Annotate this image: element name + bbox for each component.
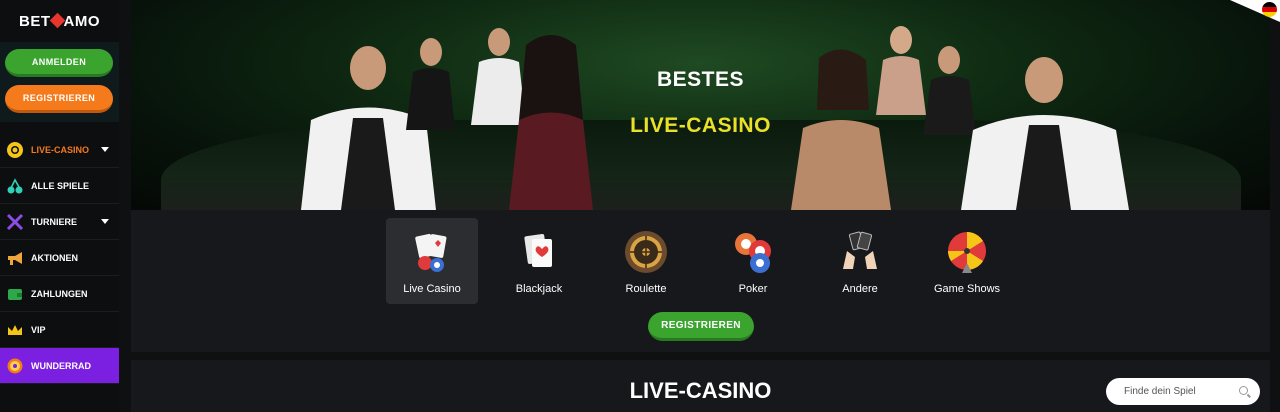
sidebar-item-live-casino[interactable]: LIVE-CASINO [0, 132, 119, 168]
dealers-illustration [301, 26, 1129, 210]
category-label: Game Shows [933, 283, 1001, 295]
sidebar-item-label: ZAHLUNGEN [31, 288, 88, 299]
category-live-casino[interactable]: Live Casino [386, 218, 478, 304]
search-icon[interactable] [1239, 386, 1248, 395]
roulette-wheel-icon [623, 229, 669, 275]
playing-cards-icon [516, 229, 562, 275]
sidebar-item-all-games[interactable]: ALLE SPIELE [0, 168, 119, 204]
sidebar-item-tournaments[interactable]: TURNIERE [0, 204, 119, 240]
megaphone-icon [5, 248, 25, 268]
category-roulette[interactable]: Roulette [600, 218, 692, 304]
poker-chips-icon [730, 229, 776, 275]
category-label: Poker [738, 283, 768, 295]
chevron-down-icon[interactable] [101, 147, 109, 152]
poker-chip-icon [5, 140, 25, 160]
logo-text-left: BET [19, 12, 51, 30]
crossed-swords-icon [5, 212, 25, 232]
fortune-wheel-icon [944, 229, 990, 275]
crown-icon [5, 320, 25, 340]
cherries-icon [5, 176, 25, 196]
category-game-shows[interactable]: Game Shows [921, 218, 1013, 304]
section-title: LIVE-CASINO [629, 378, 772, 403]
search-input[interactable] [1124, 386, 1234, 397]
sidebar-item-label: VIP [31, 324, 46, 335]
sidebar-item-label: TURNIERE [31, 216, 78, 227]
sidebar: BET AMO ANMELDEN REGISTRIEREN LIVE-CASINO… [0, 0, 119, 412]
wallet-icon [5, 284, 25, 304]
sidebar-item-promotions[interactable]: AKTIONEN [0, 240, 119, 276]
sidebar-nav: LIVE-CASINO ALLE SPIELE TURNIERE AKTIONE… [0, 132, 119, 384]
sidebar-item-vip[interactable]: VIP [0, 312, 119, 348]
login-button[interactable]: ANMELDEN [5, 49, 113, 77]
register-cta-button[interactable]: REGISTRIEREN [648, 312, 754, 341]
live-casino-section: LIVE-CASINO [131, 360, 1270, 412]
category-other[interactable]: Andere [814, 218, 906, 304]
logo-text-right: AMO [63, 12, 100, 30]
hero-title-line2: LIVE-CASINO [630, 114, 771, 137]
category-bar: Live Casino Blackjack Roulette Poker And… [386, 218, 1028, 304]
chevron-down-icon[interactable] [101, 219, 109, 224]
sidebar-item-payments[interactable]: ZAHLUNGEN [0, 276, 119, 312]
hero-title-line1: BESTES [656, 68, 745, 91]
category-blackjack[interactable]: Blackjack [493, 218, 585, 304]
category-label: Live Casino [403, 283, 461, 295]
category-label: Andere [842, 283, 878, 295]
sidebar-item-label: LIVE-CASINO [31, 144, 90, 155]
category-poker[interactable]: Poker [707, 218, 799, 304]
sidebar-item-label: ALLE SPIELE [31, 180, 90, 191]
logo-diamond-icon [49, 12, 65, 28]
category-label: Roulette [625, 283, 667, 295]
search-box[interactable] [1106, 378, 1260, 405]
hero-banner[interactable]: BESTES LIVE-CASINO [131, 0, 1270, 210]
brand-logo[interactable]: BET AMO [0, 0, 119, 42]
main-panel: BESTES LIVE-CASINO Live Casino Blackjack… [131, 0, 1270, 352]
cards-chips-icon [409, 229, 455, 275]
sidebar-item-label: AKTIONEN [31, 252, 78, 263]
sidebar-item-wheel[interactable]: WUNDERRAD [0, 348, 119, 384]
hands-cards-icon [837, 229, 883, 275]
germany-flag-icon[interactable] [1262, 2, 1277, 17]
sidebar-item-label: WUNDERRAD [31, 360, 91, 371]
category-label: Blackjack [515, 283, 563, 295]
register-button[interactable]: REGISTRIEREN [5, 85, 113, 113]
wheel-icon [5, 356, 25, 376]
